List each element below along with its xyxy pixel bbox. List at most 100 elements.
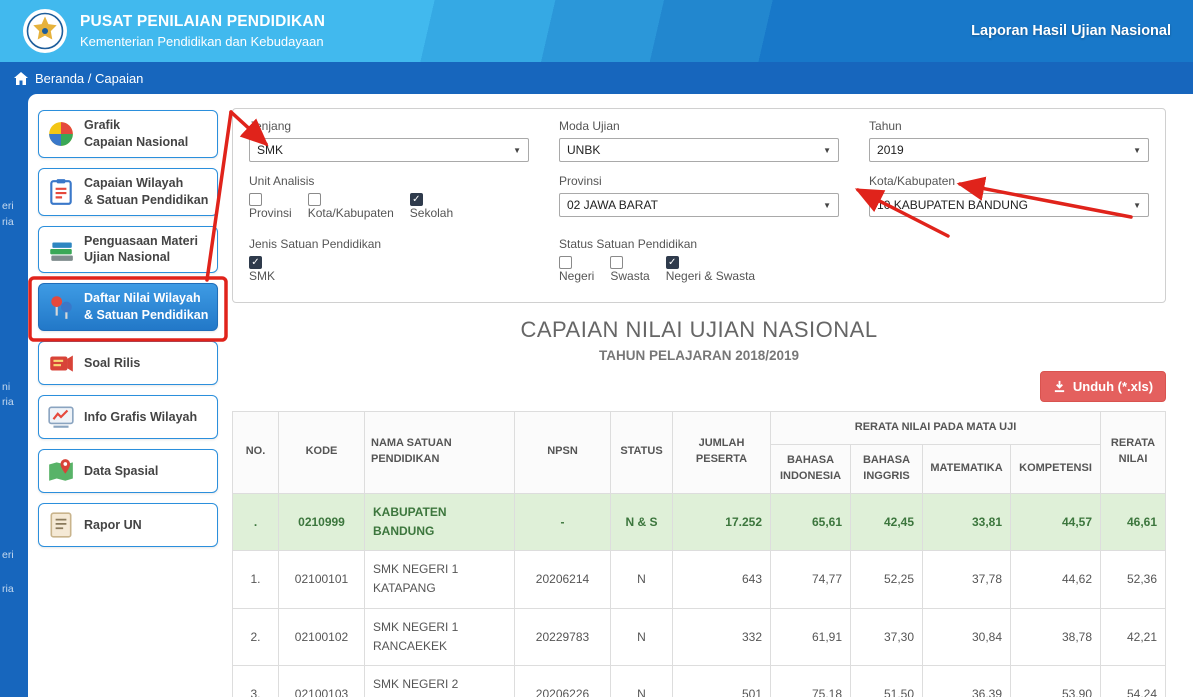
unit-analisis-options: Provinsi Kota/Kabupaten ✓ Sekolah (249, 193, 529, 225)
page-subtitle: TAHUN PELAJARAN 2018/2019 (598, 348, 800, 363)
cell-kode: 0210999 (278, 492, 365, 552)
download-icon (1053, 380, 1066, 393)
map-pin-icon (47, 457, 75, 485)
checked-checkbox-icon: ✓ (249, 256, 262, 269)
cell-kompetensi: 44,57 (1009, 492, 1102, 552)
cell-nama: SMK NEGERI 2 BALEENDAH (364, 664, 515, 697)
table-row: 2. 02100102 SMK NEGERI 1 RANCAEKEK 20229783… (232, 607, 1167, 666)
table-row: 3.02100103SMK NEGERI 2 BALEENDAH20206226… (232, 664, 1167, 697)
sidebar-item-penguasaan-materi[interactable]: Penguasaan Materi Ujian Nasional (38, 225, 218, 274)
cell-rerata: 54,24 (1100, 664, 1167, 697)
checkbox-label: SMK (249, 269, 276, 283)
kota-kabupaten-select[interactable]: 10 KABUPATEN BANDUNG ▼ (869, 193, 1150, 217)
cell-npsn: 20229783 (514, 607, 611, 666)
infographic-icon (47, 403, 75, 431)
main-content: Jenjang SMK ▼ Moda Ujian UNBK ▼ Tahun 20… (228, 94, 1193, 697)
kota-kabupaten-checkbox[interactable]: Kota/Kabupaten (307, 193, 394, 220)
col-header-no: NO. (232, 411, 279, 494)
checkbox-label: Kota/Kabupaten (307, 206, 394, 220)
sidebar-item-label: Rapor UN (84, 517, 142, 532)
cell-jumlah: 643 (672, 550, 771, 609)
negeri-checkbox[interactable]: Negeri (559, 256, 594, 283)
negeri-swasta-checkbox[interactable]: ✓ Negeri & Swasta (665, 256, 755, 283)
background-text-fragment: ria (2, 216, 14, 228)
cell-kompetensi: 53,90 (1009, 664, 1102, 697)
cell-npsn: - (514, 492, 611, 552)
report-card-icon (47, 511, 75, 539)
cell-rerata: 46,61 (1100, 492, 1167, 552)
jenis-satuan-options: ✓ SMK (249, 256, 529, 288)
cell-bahasa-indonesia: 74,77 (770, 550, 851, 609)
jenjang-select[interactable]: SMK ▼ (249, 138, 529, 162)
home-icon (14, 71, 28, 85)
cell-rerata: 52,36 (1100, 550, 1167, 609)
books-icon (47, 235, 75, 263)
jenjang-label: Jenjang (249, 119, 292, 133)
col-header-bahasa-indonesia: BAHASA INDONESIA (770, 443, 851, 494)
cell-no: . (232, 492, 279, 552)
provinsi-checkbox[interactable]: Provinsi (249, 193, 292, 220)
checkbox-label: Sekolah (409, 206, 454, 220)
unchecked-checkbox-icon (610, 256, 624, 269)
cell-bahasa-inggris: 52,25 (850, 550, 923, 609)
breadcrumb[interactable]: Beranda / Capaian (0, 62, 1193, 94)
cell-nama: SMK NEGERI 1 KATAPANG (364, 550, 515, 609)
sekolah-checkbox[interactable]: ✓ Sekolah (409, 193, 454, 220)
sidebar-item-rapor-un[interactable]: Rapor UN (38, 503, 218, 547)
provinsi-select[interactable]: 02 JAWA BARAT ▼ (559, 193, 840, 217)
unchecked-checkbox-icon (559, 256, 572, 269)
cell-status: N & S (610, 492, 673, 552)
jenis-satuan-field: Jenis Satuan Pendidikan ✓ SMK (249, 237, 529, 288)
jenjang-value: SMK (257, 143, 284, 157)
swasta-checkbox[interactable]: Swasta (610, 256, 650, 283)
summary-row: . 0210999 KABUPATEN BANDUNG - N & S 17.2… (232, 492, 1167, 552)
background-text-fragment: ria (2, 396, 14, 408)
cell-status: N (610, 664, 673, 697)
caret-down-icon: ▼ (1133, 145, 1142, 155)
cell-no: 2. (232, 607, 279, 666)
sidebar-item-label: Soal Rilis (84, 355, 141, 370)
breadcrumb-text[interactable]: Beranda / Capaian (35, 71, 143, 86)
sidebar-item-daftar-nilai-wilayah[interactable]: Daftar Nilai Wilayah & Satuan Pendidikan (38, 283, 218, 331)
col-header-status: STATUS (610, 411, 673, 494)
tahun-value: 2019 (877, 143, 904, 157)
app-header: PUSAT PENILAIAN PENDIDIKAN Kementerian P… (0, 0, 1193, 62)
unit-analisis-field: Unit Analisis Provinsi Kota/Kabupaten ✓ Sek… (249, 174, 529, 225)
cell-npsn: 20206226 (514, 664, 611, 697)
background-text-fragment: eri (2, 200, 14, 212)
kota-kabupaten-value: 10 KABUPATEN BANDUNG (877, 198, 1028, 212)
sidebar-item-grafik-capaian-nasional[interactable]: Grafik Capaian Nasional (38, 110, 218, 158)
tahun-select[interactable]: 2019 ▼ (869, 138, 1150, 162)
cell-status: N (610, 607, 673, 666)
sidebar-item-data-spasial[interactable]: Data Spasial (38, 449, 218, 493)
col-header-matematika: MATEMATIKA (922, 443, 1011, 494)
kota-kabupaten-field: Kota/Kabupaten 10 KABUPATEN BANDUNG ▼ (869, 174, 1150, 225)
smk-checkbox[interactable]: ✓ SMK (249, 256, 275, 283)
download-xls-button[interactable]: Unduh (*.xls) (1039, 371, 1167, 402)
col-header-npsn: NPSN (514, 411, 611, 494)
content-panel: Grafik Capaian Nasional Capaian Wilayah & S… (28, 94, 1193, 697)
checked-checkbox-icon: ✓ (409, 193, 423, 206)
cell-kode: 02100101 (278, 550, 365, 609)
sidebar-item-soal-rilis[interactable]: Soal Rilis (38, 341, 218, 385)
map-pins-icon (47, 293, 75, 321)
cell-matematika: 30,84 (922, 607, 1011, 666)
sidebar-item-info-grafis-wilayah[interactable]: Info Grafis Wilayah (38, 395, 218, 439)
header-titles: PUSAT PENILAIAN PENDIDIKAN Kementerian P… (80, 13, 325, 49)
cell-nama: SMK NEGERI 1 RANCAEKEK (364, 607, 515, 666)
moda-ujian-select[interactable]: UNBK ▼ (559, 138, 840, 162)
caret-down-icon: ▼ (1133, 200, 1142, 210)
cell-bahasa-indonesia: 65,61 (770, 492, 851, 552)
cell-kompetensi: 44,62 (1009, 550, 1102, 609)
tahun-field: Tahun 2019 ▼ (869, 119, 1150, 162)
sidebar-item-label: Grafik Capaian Nasional (84, 118, 189, 149)
sidebar-item-capaian-wilayah[interactable]: Capaian Wilayah & Satuan Pendidikan (38, 167, 218, 216)
checkbox-label: Negeri (559, 269, 595, 283)
provinsi-field: Provinsi 02 JAWA BARAT ▼ (559, 174, 840, 225)
moda-ujian-label: Moda Ujian (559, 119, 620, 133)
table-row: 1. 02100101 SMK NEGERI 1 KATAPANG 20206214 N… (232, 550, 1167, 609)
soal-rilis-icon (47, 349, 75, 377)
sidebar: Grafik Capaian Nasional Capaian Wilayah & S… (28, 94, 228, 697)
sidebar-item-label: Capaian Wilayah & Satuan Pendidikan (84, 175, 209, 207)
caret-down-icon: ▼ (823, 145, 832, 155)
